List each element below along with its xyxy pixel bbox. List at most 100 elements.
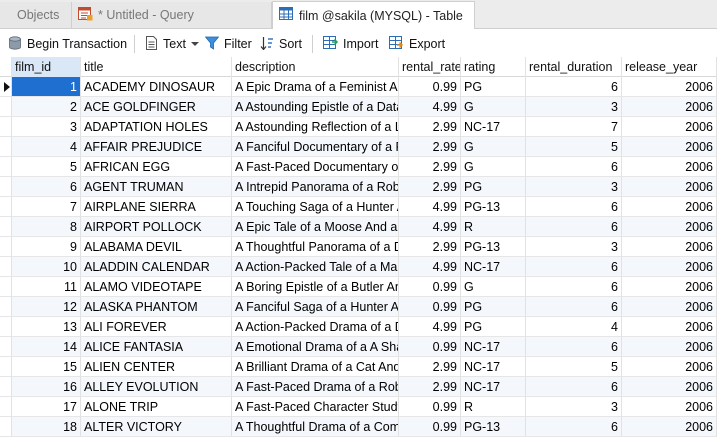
cell-rental-rate[interactable]: 4.99 [399,257,461,277]
cell-description[interactable]: A Fast-Paced Character Study o [232,397,399,417]
cell-rental-rate[interactable]: 2.99 [399,137,461,157]
cell-film-id[interactable]: 3 [12,117,81,137]
cell-release-year[interactable]: 2006 [622,197,717,217]
table-row[interactable]: 17 ALONE TRIP A Fast-Paced Character Study… [0,397,717,417]
cell-title[interactable]: AIRPLANE SIERRA [81,197,232,217]
row-indicator[interactable] [0,357,12,377]
table-row[interactable]: 15 ALIEN CENTER A Brilliant Drama of a Cat… [0,357,717,377]
cell-title[interactable]: ADAPTATION HOLES [81,117,232,137]
cell-rental-rate[interactable]: 2.99 [399,377,461,397]
cell-description[interactable]: A Thoughtful Panorama of a D [232,237,399,257]
cell-rating[interactable]: NC-17 [461,337,526,357]
cell-description[interactable]: A Thoughtful Drama of a Comp [232,417,399,437]
row-indicator[interactable] [0,137,12,157]
cell-release-year[interactable]: 2006 [622,97,717,117]
cell-title[interactable]: ALICE FANTASIA [81,337,232,357]
cell-rental-rate[interactable]: 0.99 [399,397,461,417]
cell-rating[interactable]: G [461,97,526,117]
cell-description[interactable]: A Brilliant Drama of a Cat And a [232,357,399,377]
cell-description[interactable]: A Fanciful Saga of a Hunter An [232,297,399,317]
cell-rental-duration[interactable]: 6 [526,257,622,277]
export-button[interactable]: Export [389,34,445,54]
cell-film-id[interactable]: 8 [12,217,81,237]
cell-description[interactable]: A Astounding Epistle of a Datab [232,97,399,117]
row-indicator[interactable] [0,377,12,397]
cell-rental-duration[interactable]: 6 [526,297,622,317]
cell-rental-duration[interactable]: 6 [526,157,622,177]
tab-untitled-query[interactable]: * Untitled - Query [72,2,272,28]
row-indicator[interactable] [0,217,12,237]
cell-rental-duration[interactable]: 6 [526,77,622,97]
filter-button[interactable]: Filter [204,34,252,54]
cell-description[interactable]: A Epic Tale of a Moose And a G [232,217,399,237]
cell-release-year[interactable]: 2006 [622,357,717,377]
cell-rental-rate[interactable]: 0.99 [399,417,461,437]
cell-rental-duration[interactable]: 6 [526,217,622,237]
cell-description[interactable]: A Boring Epistle of a Butler An [232,277,399,297]
cell-rental-duration[interactable]: 4 [526,317,622,337]
tab-objects[interactable]: Objects [0,2,72,28]
cell-rental-rate[interactable]: 2.99 [399,157,461,177]
cell-release-year[interactable]: 2006 [622,77,717,97]
row-indicator[interactable] [0,77,12,97]
cell-rental-duration[interactable]: 6 [526,377,622,397]
cell-title[interactable]: ACE GOLDFINGER [81,97,232,117]
cell-rental-rate[interactable]: 0.99 [399,77,461,97]
cell-rating[interactable]: PG [461,297,526,317]
cell-film-id[interactable]: 7 [12,197,81,217]
cell-title[interactable]: ALAMO VIDEOTAPE [81,277,232,297]
cell-description[interactable]: A Touching Saga of a Hunter A [232,197,399,217]
cell-title[interactable]: ALIEN CENTER [81,357,232,377]
cell-title[interactable]: ALASKA PHANTOM [81,297,232,317]
row-indicator[interactable] [0,417,12,437]
column-header-rental-duration[interactable]: rental_duration [526,57,622,77]
table-row[interactable]: 7 AIRPLANE SIERRA A Touching Saga of a Hun… [0,197,717,217]
cell-film-id[interactable]: 6 [12,177,81,197]
cell-rental-duration[interactable]: 6 [526,197,622,217]
cell-rental-duration[interactable]: 6 [526,417,622,437]
cell-title[interactable]: ALABAMA DEVIL [81,237,232,257]
table-row[interactable]: 6 AGENT TRUMAN A Intrepid Panorama of a Ro… [0,177,717,197]
row-indicator[interactable] [0,117,12,137]
cell-description[interactable]: A Action-Packed Drama of a De [232,317,399,337]
table-row[interactable]: 4 AFFAIR PREJUDICE A Fanciful Documentary … [0,137,717,157]
cell-release-year[interactable]: 2006 [622,117,717,137]
table-row[interactable]: 16 ALLEY EVOLUTION A Fast-Paced Drama of a… [0,377,717,397]
cell-film-id[interactable]: 15 [12,357,81,377]
cell-rental-rate[interactable]: 2.99 [399,117,461,137]
table-row[interactable]: 5 AFRICAN EGG A Fast-Paced Documentary of … [0,157,717,177]
cell-film-id[interactable]: 14 [12,337,81,357]
cell-rating[interactable]: NC-17 [461,377,526,397]
cell-release-year[interactable]: 2006 [622,237,717,257]
cell-rental-rate[interactable]: 0.99 [399,297,461,317]
cell-description[interactable]: A Fast-Paced Drama of a Robo [232,377,399,397]
cell-description[interactable]: A Emotional Drama of a A Shar [232,337,399,357]
cell-release-year[interactable]: 2006 [622,217,717,237]
cell-rental-rate[interactable]: 2.99 [399,237,461,257]
cell-description[interactable]: A Intrepid Panorama of a Robo [232,177,399,197]
cell-film-id[interactable]: 10 [12,257,81,277]
cell-rating[interactable]: PG [461,317,526,337]
cell-release-year[interactable]: 2006 [622,177,717,197]
column-header-title[interactable]: title [81,57,232,77]
column-header-description[interactable]: description [232,57,399,77]
column-header-rental-rate[interactable]: rental_rate [399,57,461,77]
cell-release-year[interactable]: 2006 [622,137,717,157]
cell-rental-duration[interactable]: 3 [526,97,622,117]
cell-film-id[interactable]: 11 [12,277,81,297]
cell-release-year[interactable]: 2006 [622,337,717,357]
text-button[interactable]: Text [145,34,199,54]
cell-film-id[interactable]: 13 [12,317,81,337]
cell-title[interactable]: AFRICAN EGG [81,157,232,177]
row-indicator[interactable] [0,337,12,357]
table-row[interactable]: 14 ALICE FANTASIA A Emotional Drama of a A… [0,337,717,357]
cell-rental-rate[interactable]: 0.99 [399,277,461,297]
cell-film-id[interactable]: 4 [12,137,81,157]
row-indicator[interactable] [0,237,12,257]
cell-rating[interactable]: NC-17 [461,357,526,377]
cell-description[interactable]: A Fanciful Documentary of a Fr [232,137,399,157]
cell-description[interactable]: A Fast-Paced Documentary of a [232,157,399,177]
cell-rental-duration[interactable]: 3 [526,397,622,417]
chevron-down-icon[interactable] [190,42,199,46]
column-header-release-year[interactable]: release_year [622,57,717,77]
